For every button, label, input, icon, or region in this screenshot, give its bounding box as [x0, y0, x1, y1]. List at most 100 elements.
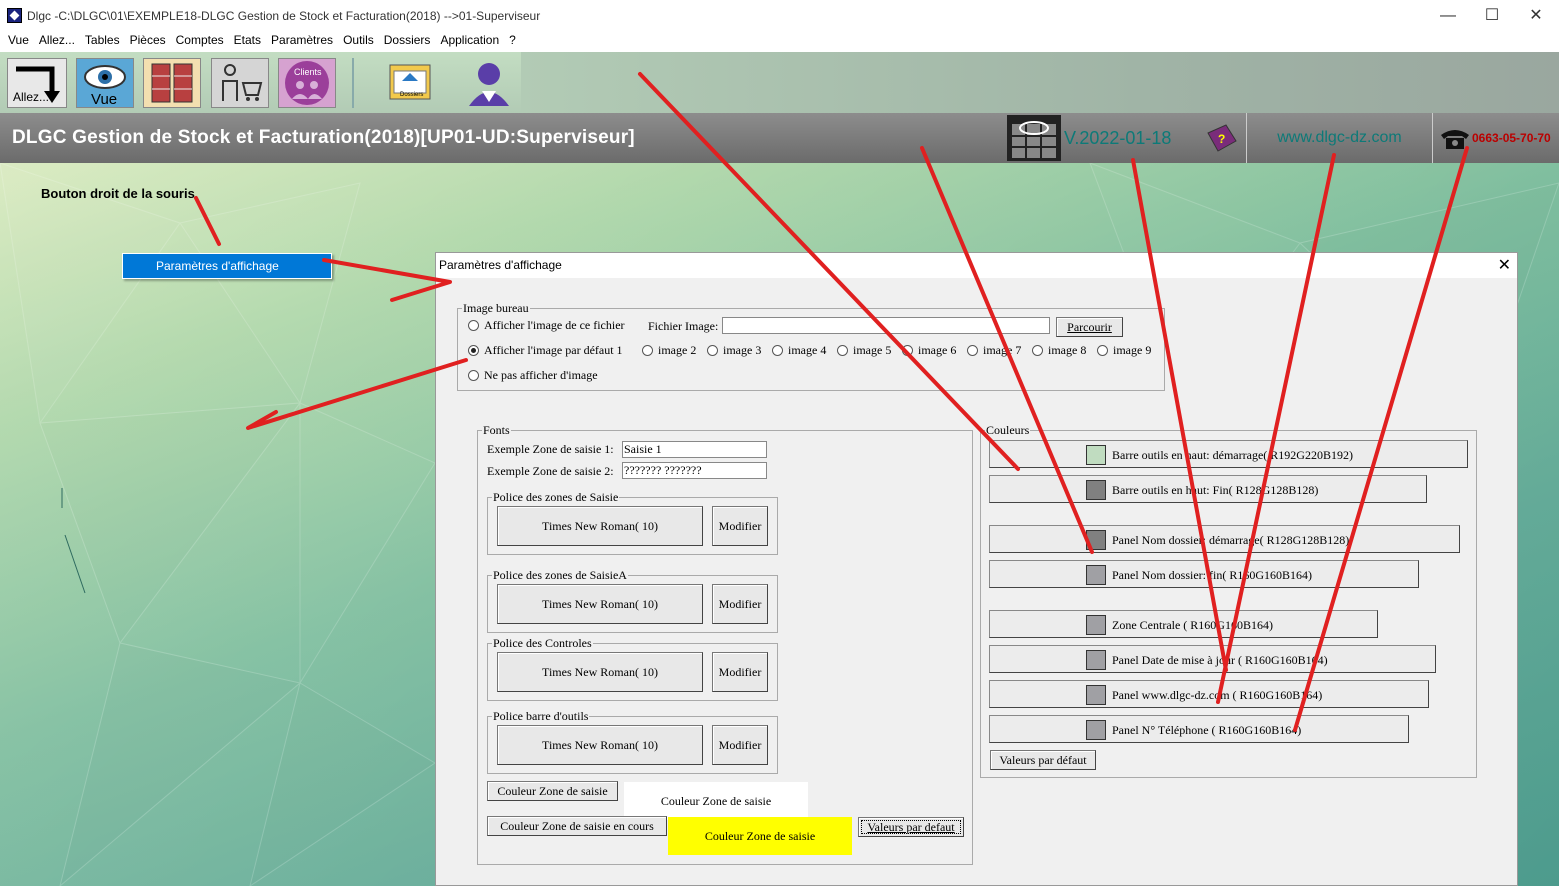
color-panel-folder-start[interactable]: Panel Nom dossier: démarrage( R128G128B1…: [989, 525, 1460, 553]
radio-image-7[interactable]: image 7: [967, 343, 1021, 358]
menu-dossiers[interactable]: Dossiers: [379, 31, 436, 52]
radio-default-image[interactable]: Afficher l'image par défaut 1: [468, 343, 623, 358]
right-click-hint: Bouton droit de la souris: [41, 186, 195, 201]
color-zone-current-button[interactable]: Couleur Zone de saisie en cours: [487, 816, 667, 836]
color-label: Panel Date de mise à jour ( R160G160B164…: [1112, 653, 1328, 667]
radio-circle[interactable]: [468, 320, 479, 331]
phone-cell: 0663-05-70-70: [1432, 113, 1559, 163]
font-defaults-button[interactable]: Valeurs par defaut: [858, 817, 964, 837]
modifier-button-controles[interactable]: Modifier: [712, 652, 768, 692]
sample1-input[interactable]: Saisie 1: [622, 441, 767, 458]
svg-text:Dossiers: Dossiers: [400, 92, 423, 98]
vue-button[interactable]: Vue: [76, 58, 134, 108]
color-zone-button[interactable]: Couleur Zone de saisie: [487, 781, 618, 801]
menu-help[interactable]: ?: [504, 31, 521, 52]
color-label: Zone Centrale ( R160G160B164): [1112, 618, 1273, 632]
toolbar: Allez... Vue Clients Dossiers: [0, 52, 521, 113]
radio-file-image[interactable]: Afficher l'image de ce fichier: [468, 318, 625, 333]
display-settings-dialog: Paramètres d'affichage ✕ Image bureau Af…: [435, 252, 1518, 886]
menu-pieces[interactable]: Pièces: [125, 31, 171, 52]
color-swatch: [1086, 650, 1106, 670]
user-button[interactable]: [464, 58, 514, 108]
radio-none-label: Ne pas afficher d'image: [484, 368, 598, 382]
maximize-button[interactable]: ☐: [1472, 4, 1512, 28]
modifier-button-saisiea[interactable]: Modifier: [712, 584, 768, 624]
menu-etats[interactable]: Etats: [229, 31, 266, 52]
color-toolbar-start[interactable]: Barre outils en haut: démarrage( R192G22…: [989, 440, 1468, 468]
file-image-input[interactable]: [722, 317, 1050, 334]
clients-button[interactable]: Clients: [278, 58, 336, 108]
eye-icon: Vue: [84, 65, 126, 107]
cart-button[interactable]: [211, 58, 269, 108]
allez-button[interactable]: Allez...: [7, 58, 67, 108]
help-book-button[interactable]: ?: [1196, 113, 1246, 163]
sample1-label: Exemple Zone de saisie 1:: [487, 442, 614, 456]
window-titlebar: Dlgc -C:\DLGC\01\EXEMPLE18-DLGC Gestion …: [0, 0, 1559, 31]
font-preview-saisie[interactable]: Times New Roman( 10): [497, 506, 703, 546]
radio-image-9[interactable]: image 9: [1097, 343, 1151, 358]
radio-circle-selected[interactable]: [468, 345, 479, 356]
radio-image-6[interactable]: image 6: [902, 343, 956, 358]
website-text[interactable]: www.dlgc-dz.com: [1277, 129, 1401, 147]
minimize-button[interactable]: —: [1428, 4, 1468, 28]
user-icon: [469, 63, 509, 106]
toolbar-separator: [352, 58, 354, 108]
radio-image-8[interactable]: image 8: [1032, 343, 1086, 358]
radio-file-label: Afficher l'image de ce fichier: [484, 318, 625, 332]
file-image-label: Fichier Image:: [648, 319, 719, 333]
app-icon: [7, 8, 22, 23]
calendar-button[interactable]: [1006, 113, 1064, 163]
radio-image-4[interactable]: image 4: [772, 343, 826, 358]
dossiers-button[interactable]: Dossiers: [386, 58, 434, 108]
color-label: Barre outils en haut: Fin( R128G128B128): [1112, 483, 1319, 497]
close-window-button[interactable]: ✕: [1516, 4, 1556, 28]
color-panel-phone[interactable]: Panel N° Téléphone ( R160G160B164): [989, 715, 1409, 743]
radio-image-5[interactable]: image 5: [837, 343, 891, 358]
color-label: Panel Nom dossier: fin( R160G160B164): [1112, 568, 1312, 582]
radio-circle[interactable]: [468, 370, 479, 381]
modifier-button-toolbar[interactable]: Modifier: [712, 725, 768, 765]
color-panel-website[interactable]: Panel www.dlgc-dz.com ( R160G160B164): [989, 680, 1429, 708]
menu-allez[interactable]: Allez...: [34, 31, 80, 52]
menu-application[interactable]: Application: [435, 31, 504, 52]
colors-defaults-button[interactable]: Valeurs par défaut: [990, 750, 1096, 770]
color-swatch: [1086, 480, 1106, 500]
modifier-button-saisie[interactable]: Modifier: [712, 506, 768, 546]
svg-text:Vue: Vue: [91, 91, 117, 107]
person-cart-icon: [222, 64, 263, 101]
menu-bar: Vue Allez... Tables Pièces Comptes Etats…: [0, 31, 1559, 52]
font-preview-controles[interactable]: Times New Roman( 10): [497, 652, 703, 692]
font-group-legend: Police des zones de SaisieA: [493, 568, 627, 582]
radio-image-3[interactable]: image 3: [707, 343, 761, 358]
header-banner: DLGC Gestion de Stock et Facturation(201…: [0, 113, 1559, 163]
radio-image-2[interactable]: image 2: [642, 343, 696, 358]
color-panel-folder-end[interactable]: Panel Nom dossier: fin( R160G160B164): [989, 560, 1419, 588]
svg-text:?: ?: [1218, 132, 1225, 146]
context-menu-item-display-settings[interactable]: Paramètres d'affichage: [122, 253, 332, 279]
help-book-icon: ?: [1207, 124, 1237, 152]
font-preview-saisiea[interactable]: Times New Roman( 10): [497, 584, 703, 624]
menu-vue[interactable]: Vue: [3, 31, 34, 52]
color-zone-preview: Couleur Zone de saisie: [624, 782, 808, 820]
color-panel-date[interactable]: Panel Date de mise à jour ( R160G160B164…: [989, 645, 1436, 673]
color-swatch: [1086, 530, 1106, 550]
dialog-close-button[interactable]: ✕: [1498, 255, 1511, 275]
tables-button[interactable]: [143, 58, 201, 108]
font-preview-toolbar[interactable]: Times New Roman( 10): [497, 725, 703, 765]
calendar-icon: [1007, 115, 1061, 161]
color-central-zone[interactable]: Zone Centrale ( R160G160B164): [989, 610, 1378, 638]
color-label: Panel N° Téléphone ( R160G160B164): [1112, 723, 1302, 737]
color-label: Barre outils en haut: démarrage( R192G22…: [1112, 448, 1353, 462]
menu-outils[interactable]: Outils: [338, 31, 379, 52]
radio-no-image[interactable]: Ne pas afficher d'image: [468, 368, 598, 383]
down-arrow-icon: Allez...: [13, 66, 60, 104]
menu-comptes[interactable]: Comptes: [171, 31, 229, 52]
menu-parametres[interactable]: Paramètres: [266, 31, 338, 52]
menu-tables[interactable]: Tables: [80, 31, 125, 52]
folder-icon: Dossiers: [389, 64, 431, 100]
parcourir-button[interactable]: Parcourir: [1056, 317, 1123, 337]
sample2-input[interactable]: ??????? ???????: [622, 462, 767, 479]
version-text: V.2022-01-18: [1064, 127, 1172, 148]
color-toolbar-end[interactable]: Barre outils en haut: Fin( R128G128B128): [989, 475, 1427, 503]
color-swatch: [1086, 720, 1106, 740]
